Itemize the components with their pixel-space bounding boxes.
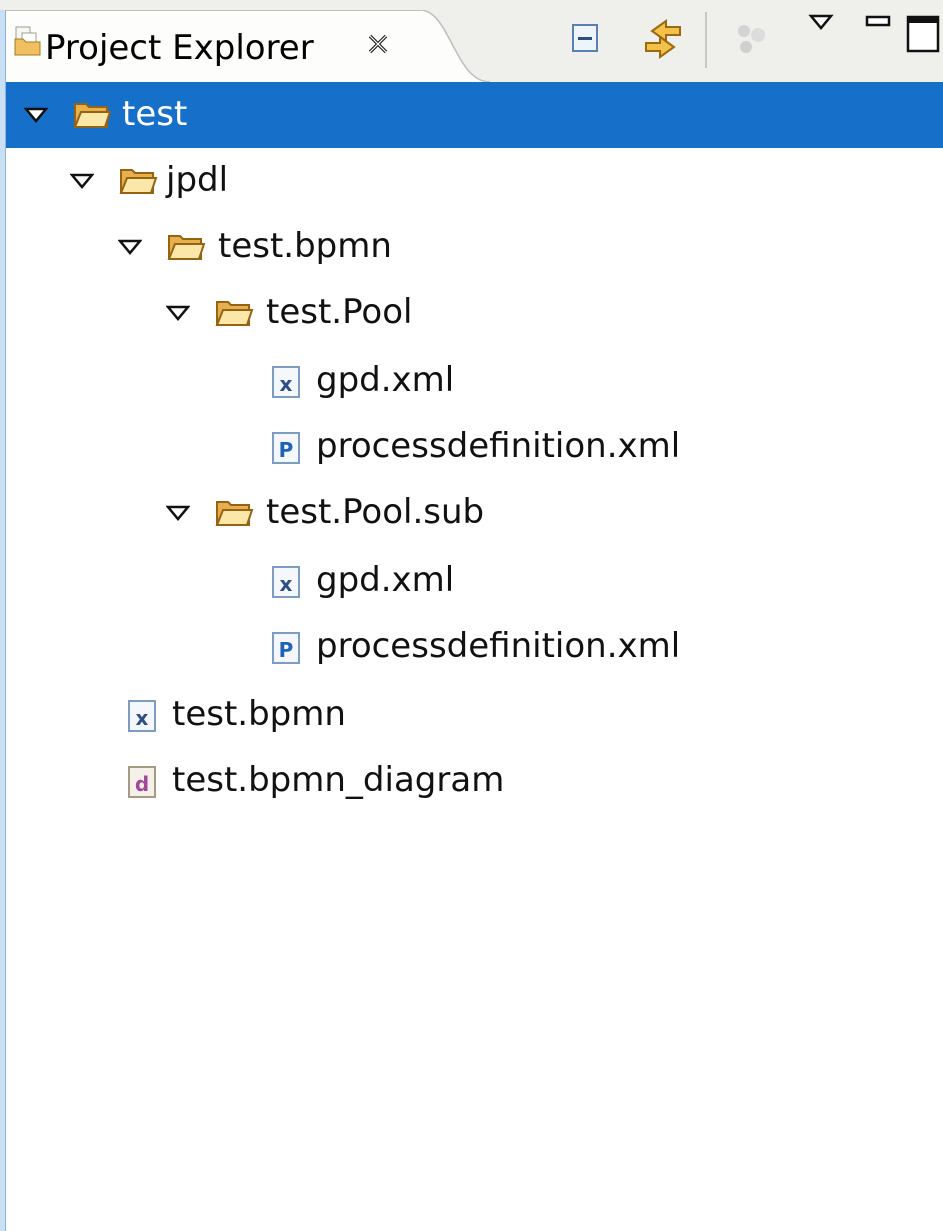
svg-text:x: x xyxy=(280,572,293,596)
tree-item-label: jpdl xyxy=(166,160,229,200)
tree-item-test-pool[interactable]: test.Pool xyxy=(162,284,932,344)
svg-text:P: P xyxy=(279,638,294,662)
tree-item-label: test.Pool.sub xyxy=(266,492,485,532)
toolbar-separator xyxy=(705,12,707,68)
tree-item-gpd-xml[interactable]: x gpd.xml xyxy=(266,352,926,412)
tree-item-test-bpmn-folder[interactable]: test.bpmn xyxy=(114,218,934,278)
folder-open-icon xyxy=(119,169,158,194)
chevron-down-icon[interactable] xyxy=(24,106,48,124)
svg-text:d: d xyxy=(135,772,149,796)
chevron-down-icon[interactable] xyxy=(118,238,142,256)
process-definition-icon: P xyxy=(272,632,300,664)
minimize-icon[interactable] xyxy=(864,14,892,34)
tree-item-processdefinition-xml[interactable]: P processdefinition.xml xyxy=(266,618,926,678)
tree-item-label: processdefinition.xml xyxy=(316,426,681,466)
xml-file-icon: x xyxy=(272,566,300,598)
maximize-icon[interactable] xyxy=(905,14,943,56)
tree-item-test-bpmn-file[interactable]: x test.bpmn xyxy=(122,686,922,746)
project-explorer-icon xyxy=(14,26,41,56)
folder-open-icon xyxy=(215,501,254,526)
tree-item-test-bpmn-diagram[interactable]: d test.bpmn_diagram xyxy=(122,752,922,812)
tree-item-label: test.bpmn xyxy=(218,226,392,266)
tree-item-label: gpd.xml xyxy=(316,560,455,600)
filter-icon[interactable] xyxy=(732,17,772,61)
tree-item-test[interactable]: test xyxy=(20,86,940,146)
tree-item-label: test.Pool xyxy=(266,292,413,332)
view-left-border xyxy=(0,10,6,1231)
folder-open-icon xyxy=(215,301,254,326)
tree-item-label: test.bpmn xyxy=(172,694,346,734)
xml-file-icon: x xyxy=(128,700,156,732)
xml-file-icon: x xyxy=(272,366,300,398)
view-tab-bar: Project Explorer xyxy=(0,0,943,83)
tree-item-label: test.bpmn_diagram xyxy=(172,760,505,800)
tree-item-gpd-xml[interactable]: x gpd.xml xyxy=(266,552,926,612)
tree-item-processdefinition-xml[interactable]: P processdefinition.xml xyxy=(266,418,926,478)
collapse-all-icon[interactable] xyxy=(568,17,602,57)
tab-edge xyxy=(420,10,490,82)
process-definition-icon: P xyxy=(272,432,300,464)
tree-item-test-pool-sub[interactable]: test.Pool.sub xyxy=(162,484,932,544)
project-explorer-view: Project Explorer test jpdl test.bpmn tes… xyxy=(0,0,943,1231)
folder-open-icon xyxy=(73,103,112,128)
view-menu-icon[interactable] xyxy=(808,12,834,34)
folder-open-icon xyxy=(167,235,206,260)
tree-item-label: processdefinition.xml xyxy=(316,626,681,666)
chevron-down-icon[interactable] xyxy=(70,172,94,190)
svg-text:x: x xyxy=(136,706,149,730)
tree-item-label: test xyxy=(122,94,188,134)
tree-item-label: gpd.xml xyxy=(316,360,455,400)
svg-text:P: P xyxy=(279,438,294,462)
svg-text:x: x xyxy=(280,372,293,396)
close-icon[interactable] xyxy=(367,33,389,55)
link-with-editor-icon[interactable] xyxy=(640,17,686,61)
project-explorer-tab[interactable]: Project Explorer xyxy=(5,10,425,83)
tree-item-jpdl[interactable]: jpdl xyxy=(66,152,936,212)
tab-title: Project Explorer xyxy=(45,28,314,68)
chevron-down-icon[interactable] xyxy=(166,504,190,522)
chevron-down-icon[interactable] xyxy=(166,304,190,322)
diagram-file-icon: d xyxy=(128,766,156,798)
